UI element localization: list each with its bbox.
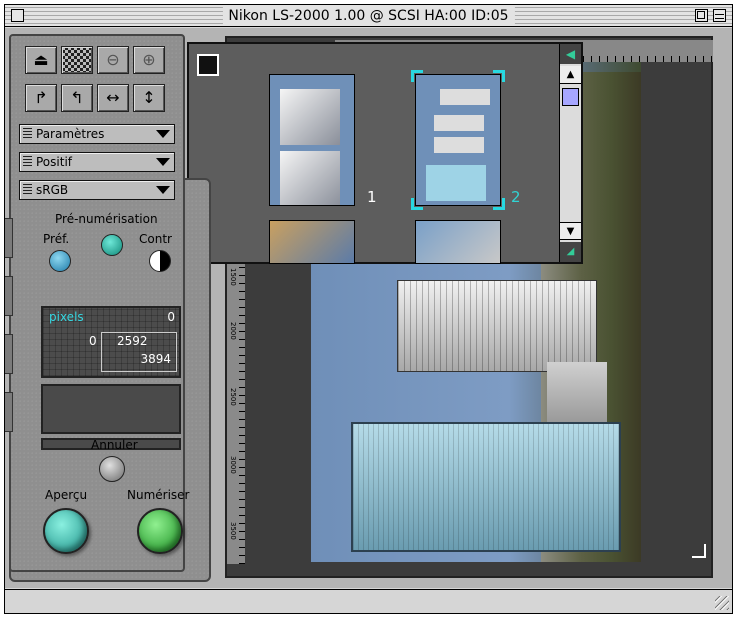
chevron-down-icon — [156, 130, 170, 138]
color-space-dropdown[interactable]: sRGB — [19, 180, 175, 200]
scan-button[interactable] — [137, 508, 183, 554]
scanner-window: Nikon LS-2000 1.00 @ SCSI HA:00 ID:05 00… — [4, 4, 733, 614]
flip-horizontal-button[interactable]: ↔ — [97, 84, 129, 112]
film-type-dropdown-value: Positif — [36, 155, 72, 169]
rotate-right-button[interactable]: ↱ — [25, 84, 57, 112]
scroll-down-icon[interactable]: ▼ — [560, 222, 581, 240]
ruler-tick: 3500 — [229, 522, 237, 540]
scan-label: Numériser — [127, 488, 190, 502]
thumbnail-number: 1 — [367, 188, 377, 206]
flip-vertical-button[interactable]: ↕ — [133, 84, 165, 112]
pref-button[interactable] — [49, 250, 71, 272]
close-box[interactable] — [11, 9, 24, 22]
drag-grip-icon — [23, 156, 32, 168]
pref-label: Préf. — [43, 232, 70, 246]
status-bar — [5, 589, 732, 613]
thumbnail-4[interactable] — [415, 220, 501, 264]
eject-icon: ⏏ — [33, 50, 49, 69]
side-tabs — [5, 218, 13, 458]
eject-button[interactable]: ⏏ — [25, 46, 57, 74]
ruler-tick: 1500 — [229, 268, 237, 286]
zoom-box[interactable] — [695, 9, 708, 22]
settings-dropdown-value: Paramètres — [36, 127, 105, 141]
resize-corner-icon[interactable]: ◢ — [560, 242, 581, 262]
collapse-box[interactable] — [713, 9, 726, 22]
pixel-top-value: 0 — [167, 310, 175, 324]
drag-grip-icon — [23, 128, 32, 140]
chevron-down-icon — [156, 186, 170, 194]
rotate-left-button[interactable]: ↰ — [61, 84, 93, 112]
cancel-label: Annuler — [91, 438, 138, 452]
flip-vertical-icon: ↕ — [142, 88, 156, 107]
side-tab[interactable] — [5, 276, 13, 316]
preview-button[interactable] — [43, 508, 89, 554]
window-title: Nikon LS-2000 1.00 @ SCSI HA:00 ID:05 — [222, 6, 515, 26]
pixel-width-value: 2592 — [117, 334, 148, 348]
zoom-out-button[interactable]: ⊖ — [97, 46, 129, 74]
crop-pattern-button[interactable] — [61, 46, 93, 74]
resize-grip-icon[interactable] — [715, 596, 729, 610]
ruler-tick: 2000 — [229, 322, 237, 340]
pixel-dimensions-display: pixels 0 0 2592 3894 — [41, 306, 181, 378]
film-type-dropdown[interactable]: Positif — [19, 152, 175, 172]
side-tab[interactable] — [5, 392, 13, 432]
collapse-left-icon[interactable]: ◀ — [560, 44, 581, 64]
thumbnail-3[interactable] — [269, 220, 355, 264]
zoom-in-button[interactable]: ⊕ — [133, 46, 165, 74]
image-building — [351, 422, 621, 552]
thumbnail-1[interactable] — [269, 74, 355, 206]
zoom-out-icon: ⊖ — [106, 50, 120, 69]
ruler-tick: 2500 — [229, 388, 237, 406]
thumb-building — [280, 151, 340, 205]
contrast-button[interactable] — [149, 250, 171, 272]
preview-label: Aperçu — [45, 488, 88, 502]
pixel-left-value: 0 — [89, 334, 97, 348]
image-building — [397, 280, 597, 372]
cancel-button[interactable] — [99, 456, 125, 482]
frame-select-icon[interactable] — [197, 54, 219, 76]
flip-horizontal-icon: ↔ — [106, 88, 120, 107]
zoom-in-icon: ⊕ — [142, 50, 156, 69]
chevron-down-icon — [156, 158, 170, 166]
prescan-title: Pré-numérisation — [55, 212, 158, 226]
drag-grip-icon — [23, 184, 32, 196]
rotate-right-icon: ↱ — [34, 88, 48, 107]
info-panel — [41, 384, 181, 434]
thumbnail-scrollbar[interactable]: ◀ ▲ ▼ ◢ — [559, 44, 581, 262]
contr-label: Contr — [139, 232, 172, 246]
rotate-left-icon: ↰ — [70, 88, 84, 107]
pixels-unit-label: pixels — [49, 310, 84, 324]
left-ruler: 1500 2000 2500 3000 3500 — [227, 260, 245, 564]
scroll-up-icon[interactable]: ▲ — [560, 66, 581, 84]
pixel-height-value: 3894 — [140, 352, 171, 366]
color-space-dropdown-value: sRGB — [36, 183, 69, 197]
title-bar[interactable]: Nikon LS-2000 1.00 @ SCSI HA:00 ID:05 — [5, 5, 732, 27]
side-tab[interactable] — [5, 334, 13, 374]
crop-corner-handle[interactable] — [692, 544, 706, 558]
scroll-thumb[interactable] — [562, 88, 579, 106]
thumbnail-selection-marker — [411, 70, 505, 210]
thumbnail-number: 2 — [511, 188, 521, 206]
thumb-building — [280, 89, 340, 145]
prescan-button[interactable] — [101, 234, 123, 256]
ruler-tick: 3000 — [229, 456, 237, 474]
thumbnail-panel: 1 2 ◀ ▲ ▼ ◢ — [187, 42, 583, 264]
side-tab[interactable] — [5, 218, 13, 258]
settings-dropdown[interactable]: Paramètres — [19, 124, 175, 144]
content-area: 0 0 2500 1500 2000 2500 3000 3500 1 — [5, 28, 732, 588]
